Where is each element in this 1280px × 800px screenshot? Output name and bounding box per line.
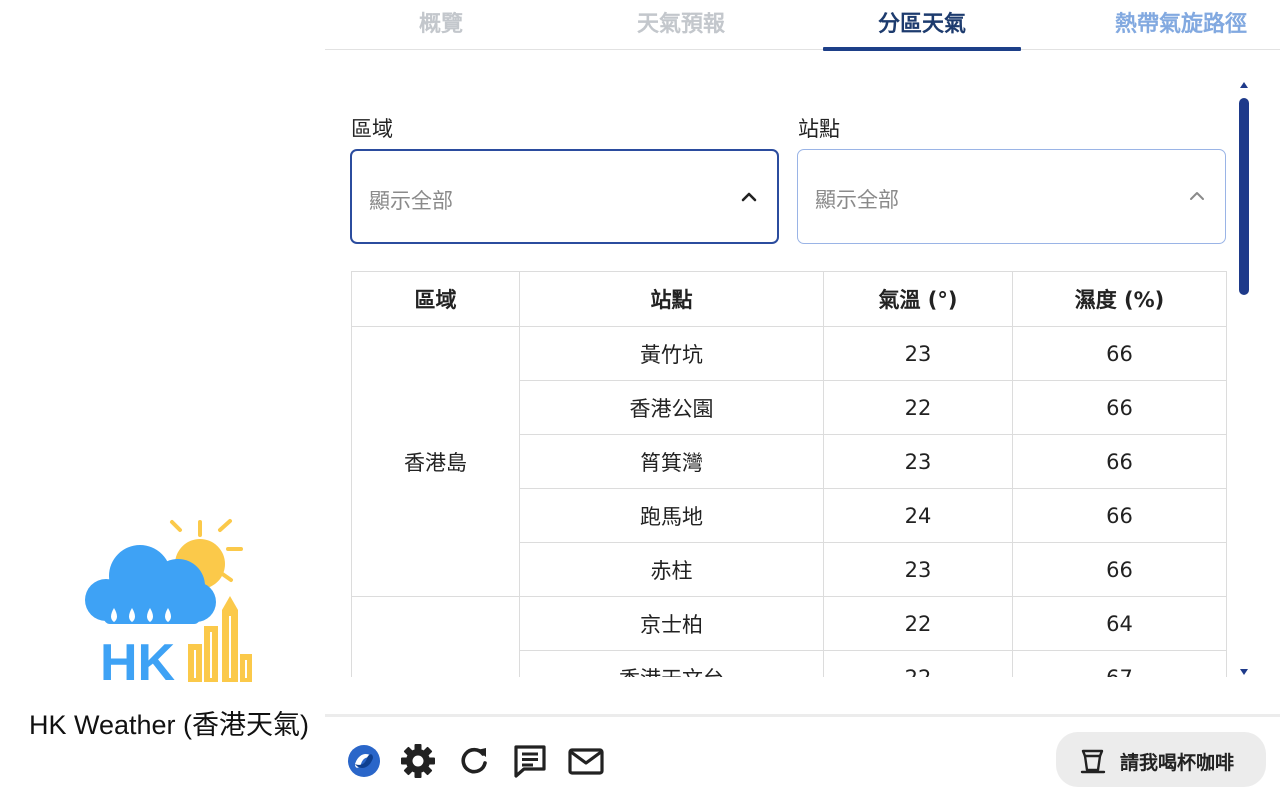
region-select-value: 顯示全部 bbox=[369, 189, 453, 213]
station-cell: 筲箕灣 bbox=[519, 434, 824, 489]
station-cell: 赤柱 bbox=[519, 542, 824, 597]
active-tab-indicator bbox=[823, 47, 1021, 51]
station-cell: 京士柏 bbox=[519, 596, 824, 651]
weather-table: 區域 站點 氣溫 (°) 濕度 (%) 香港島 黃竹坑 23 66 香港公園 2… bbox=[351, 271, 1227, 677]
station-select-value: 顯示全部 bbox=[815, 188, 899, 212]
branding-panel: HK HK Weather (香港天氣) bbox=[0, 0, 325, 800]
temperature-cell: 24 bbox=[823, 488, 1013, 543]
tab-bar: 概覽 天氣預報 分區天氣 熱帶氣旋路徑 bbox=[325, 0, 1280, 51]
station-select[interactable]: 顯示全部 bbox=[797, 149, 1226, 244]
table-row: 香港島 黃竹坑 23 66 bbox=[351, 326, 1227, 597]
scroll-up-arrow-icon[interactable] bbox=[1238, 80, 1250, 90]
scroll-down-arrow-icon[interactable] bbox=[1238, 667, 1250, 677]
tab-typhoon-track[interactable]: 熱帶氣旋路徑 bbox=[1065, 0, 1280, 50]
station-filter-label: 站點 bbox=[798, 117, 840, 141]
footer-divider bbox=[325, 714, 1280, 717]
gear-icon[interactable] bbox=[399, 742, 437, 780]
temperature-cell: 22 bbox=[823, 650, 1013, 677]
humidity-cell: 66 bbox=[1012, 326, 1227, 381]
tab-forecast[interactable]: 天氣預報 bbox=[565, 0, 797, 50]
station-cell: 香港公園 bbox=[519, 380, 824, 435]
coffee-cup-icon bbox=[1080, 749, 1106, 774]
station-cell: 黃竹坑 bbox=[519, 326, 824, 381]
region-cell bbox=[351, 596, 520, 677]
tab-regional-weather[interactable]: 分區天氣 bbox=[823, 0, 1021, 50]
station-cell: 跑馬地 bbox=[519, 488, 824, 543]
temperature-cell: 22 bbox=[823, 596, 1013, 651]
tab-overview[interactable]: 概覽 bbox=[325, 0, 557, 50]
table-header-row: 區域 站點 氣溫 (°) 濕度 (%) bbox=[351, 271, 1227, 327]
temperature-cell: 22 bbox=[823, 380, 1013, 435]
feedback-icon[interactable] bbox=[511, 742, 549, 780]
humidity-cell: 66 bbox=[1012, 488, 1227, 543]
weather-table-container[interactable]: 區域 站點 氣溫 (°) 濕度 (%) 香港島 黃竹坑 23 66 香港公園 2… bbox=[351, 271, 1227, 677]
app-logo-icon: HK bbox=[85, 519, 252, 688]
region-select[interactable]: 顯示全部 bbox=[350, 149, 779, 244]
mail-icon[interactable] bbox=[567, 742, 605, 780]
app-name: HK Weather (香港天氣) bbox=[28, 710, 310, 740]
hko-logo-icon[interactable] bbox=[345, 742, 383, 780]
chevron-up-icon bbox=[741, 192, 757, 202]
temperature-cell: 23 bbox=[823, 326, 1013, 381]
humidity-cell: 66 bbox=[1012, 380, 1227, 435]
scrollbar-thumb[interactable] bbox=[1239, 98, 1249, 295]
humidity-cell: 66 bbox=[1012, 542, 1227, 597]
humidity-cell: 64 bbox=[1012, 596, 1227, 651]
table-row: 京士柏 22 64 bbox=[351, 596, 1227, 677]
header-station[interactable]: 站點 bbox=[519, 271, 824, 327]
header-temperature[interactable]: 氣溫 (°) bbox=[823, 271, 1013, 327]
temperature-cell: 23 bbox=[823, 434, 1013, 489]
logo-text: HK bbox=[100, 634, 176, 688]
region-cell: 香港島 bbox=[351, 326, 520, 597]
station-cell: 香港天文台 bbox=[519, 650, 824, 677]
chevron-up-icon bbox=[1190, 192, 1204, 200]
buy-me-coffee-button[interactable]: 請我喝杯咖啡 bbox=[1056, 732, 1266, 787]
header-region[interactable]: 區域 bbox=[351, 271, 520, 327]
buy-me-coffee-label: 請我喝杯咖啡 bbox=[1120, 752, 1235, 774]
region-filter-label: 區域 bbox=[351, 117, 393, 141]
table-scrollbar[interactable] bbox=[1236, 80, 1252, 677]
temperature-cell: 23 bbox=[823, 542, 1013, 597]
humidity-cell: 66 bbox=[1012, 434, 1227, 489]
header-humidity[interactable]: 濕度 (%) bbox=[1012, 271, 1227, 327]
humidity-cell: 67 bbox=[1012, 650, 1227, 677]
refresh-icon[interactable] bbox=[455, 742, 493, 780]
